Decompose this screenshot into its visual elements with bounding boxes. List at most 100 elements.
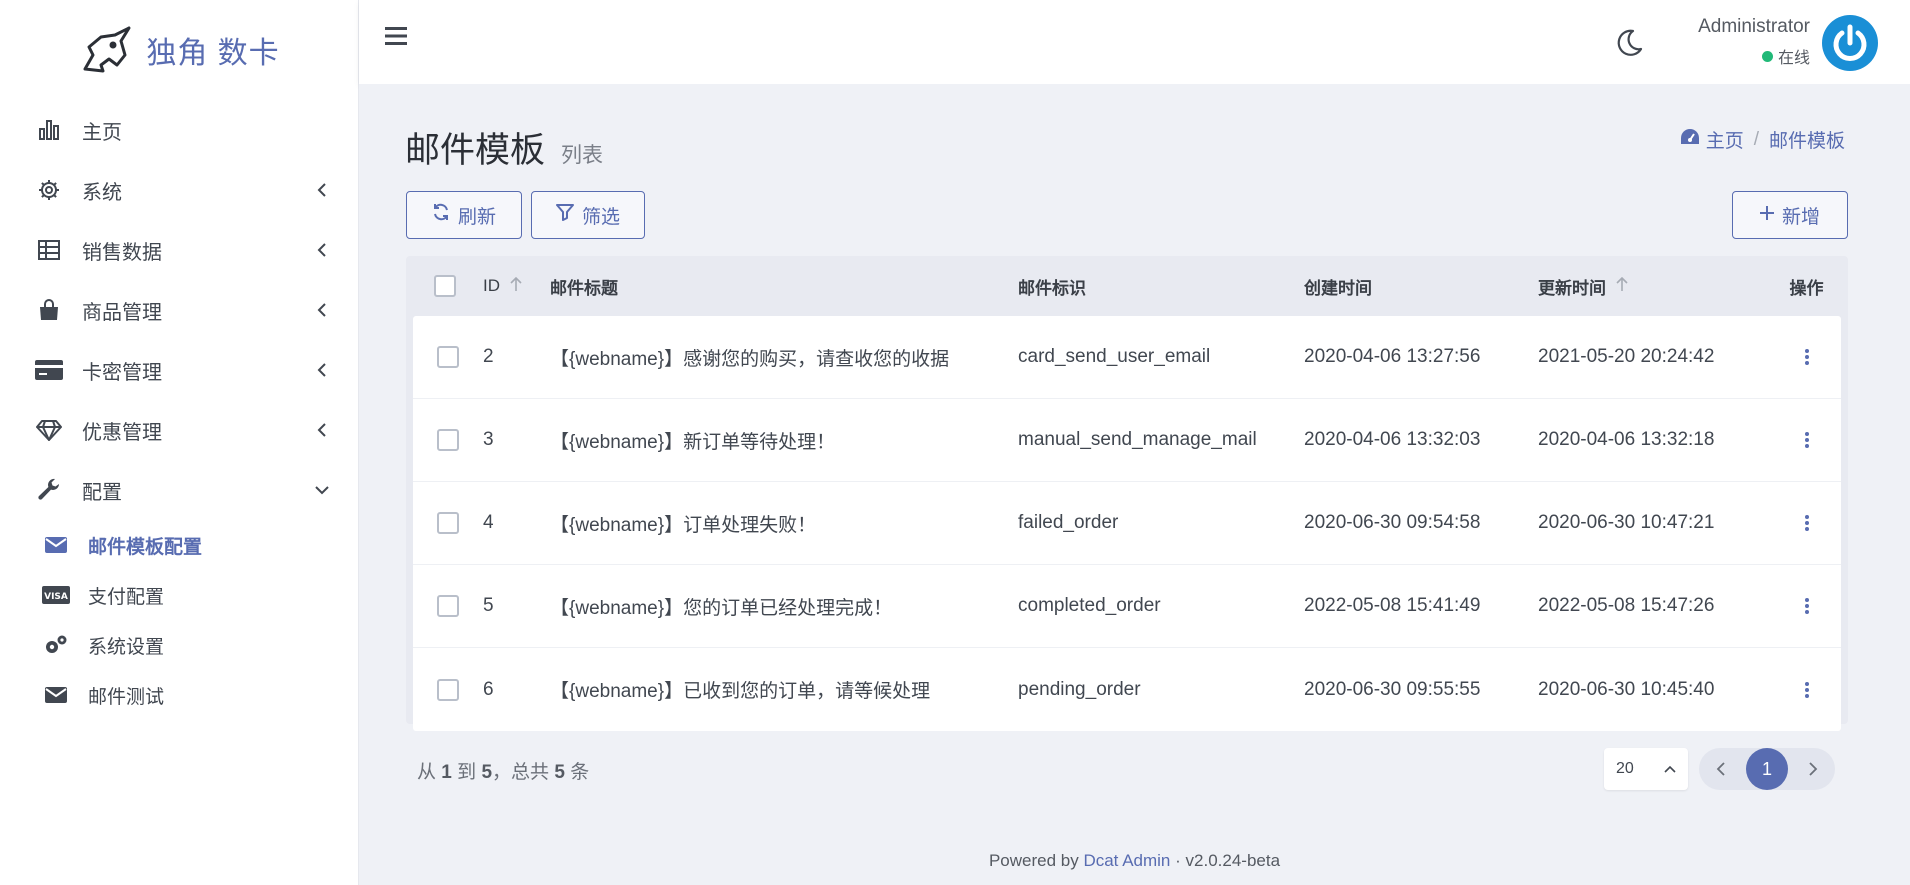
sidebar-subitem-payment[interactable]: VISA 支付配置 xyxy=(0,570,358,620)
cell-actions xyxy=(1772,511,1841,535)
cell-created: 2020-06-30 09:54:58 xyxy=(1304,512,1481,533)
select-all-cell xyxy=(406,275,483,297)
page-current[interactable]: 1 xyxy=(1746,748,1788,790)
column-key: 邮件标识 xyxy=(1018,278,1086,298)
sidebar-item-label: 主页 xyxy=(82,121,122,144)
online-status-dot xyxy=(1761,50,1773,62)
brand[interactable]: 独角 数卡 xyxy=(0,0,358,100)
mail-template-table: ID 邮件标题 邮件标识 创建时间 更新时间 操作 2 【{webname}】感… xyxy=(406,256,1848,731)
summary-prefix: 从 xyxy=(417,762,437,783)
svg-text:VISA: VISA xyxy=(44,592,68,602)
more-actions-icon[interactable] xyxy=(1797,511,1817,535)
avatar[interactable] xyxy=(1822,15,1878,71)
row-checkbox[interactable] xyxy=(437,678,459,701)
cell-created: 2020-06-30 09:55:55 xyxy=(1304,678,1481,700)
more-actions-icon[interactable] xyxy=(1797,345,1817,369)
filter-button[interactable]: 筛选 xyxy=(531,191,645,239)
menu-toggle-icon[interactable] xyxy=(385,26,409,50)
more-actions-icon[interactable] xyxy=(1797,678,1817,702)
filter-label: 筛选 xyxy=(581,206,620,228)
sidebar-subitem-label: 系统设置 xyxy=(88,636,165,658)
main-content: 邮件模板 列表 主页 / 邮件模板 刷新 筛选 新增 ID 邮件标题 邮件标识 … xyxy=(359,84,1910,885)
cell-id: 2 xyxy=(483,346,494,367)
sidebar-subitem-mail-test[interactable]: 邮件测试 xyxy=(0,670,358,720)
sidebar: 独角 数卡 主页 系统 销售数据 商品管理 卡密管理 优惠管理 配置 邮件模板配… xyxy=(0,0,359,885)
cell-updated: 2020-06-30 10:45:40 xyxy=(1538,678,1715,700)
sidebar-item-sales-data[interactable]: 销售数据 xyxy=(0,220,358,280)
sidebar-subitem-system-settings[interactable]: 系统设置 xyxy=(0,620,358,670)
cell-actions xyxy=(1772,678,1841,702)
column-updated[interactable]: 更新时间 xyxy=(1538,274,1772,299)
shopping-bag-icon xyxy=(34,295,64,325)
row-checkbox[interactable] xyxy=(437,595,459,617)
per-page-value: 20 xyxy=(1616,760,1634,777)
sidebar-item-label: 配置 xyxy=(82,481,122,504)
refresh-icon xyxy=(432,203,450,227)
refresh-button[interactable]: 刷新 xyxy=(406,191,522,239)
cell-updated: 2020-06-30 10:47:21 xyxy=(1538,512,1715,533)
more-actions-icon[interactable] xyxy=(1797,428,1817,452)
sidebar-item-label: 商品管理 xyxy=(82,301,162,324)
cell-key: completed_order xyxy=(1018,595,1161,616)
prev-page-icon[interactable] xyxy=(1707,755,1735,783)
sidebar-subitem-mail-template[interactable]: 邮件模板配置 xyxy=(0,520,358,570)
wrench-icon xyxy=(34,475,64,505)
sidebar-item-system[interactable]: 系统 xyxy=(0,160,358,220)
column-title: 邮件标题 xyxy=(550,278,618,298)
footer-powered-by: Powered by xyxy=(988,851,1079,870)
credit-card-icon xyxy=(34,355,64,385)
cell-title: 【{webname}】感谢您的购买，请查收您的收据 xyxy=(550,348,950,370)
select-all-checkbox[interactable] xyxy=(433,275,456,297)
new-button[interactable]: 新增 xyxy=(1732,191,1848,239)
row-checkbox-cell xyxy=(413,512,483,534)
user-info[interactable]: Administrator 在线 xyxy=(1686,16,1810,68)
row-checkbox-cell xyxy=(413,429,483,451)
summary-to: 5 xyxy=(481,762,493,783)
cell-key: card_send_user_email xyxy=(1018,346,1211,367)
unicorn-logo-icon xyxy=(78,22,134,78)
pagination: 1 xyxy=(1699,748,1835,790)
dashboard-icon xyxy=(1680,128,1700,152)
row-checkbox[interactable] xyxy=(437,512,459,534)
table-header: ID 邮件标题 邮件标识 创建时间 更新时间 操作 xyxy=(406,256,1848,316)
dark-mode-toggle-icon[interactable] xyxy=(1614,28,1646,60)
sort-arrow-up-icon[interactable] xyxy=(510,276,522,296)
per-page-select[interactable]: 20 xyxy=(1604,748,1688,790)
footer-separator: · xyxy=(1175,851,1181,870)
sort-arrow-up-icon[interactable] xyxy=(1616,276,1628,296)
sidebar-item-cards[interactable]: 卡密管理 xyxy=(0,340,358,400)
bar-chart-icon xyxy=(34,115,64,145)
chevron-down-icon xyxy=(314,482,330,498)
more-actions-icon[interactable] xyxy=(1797,594,1817,618)
sidebar-item-label: 系统 xyxy=(82,181,122,204)
sidebar-item-home[interactable]: 主页 xyxy=(0,100,358,160)
cell-id: 4 xyxy=(483,512,494,533)
gear-icon xyxy=(34,175,64,205)
page-header: 邮件模板 列表 xyxy=(405,122,603,173)
chevron-left-icon xyxy=(314,242,330,258)
cell-created: 2020-04-06 13:27:56 xyxy=(1304,346,1481,367)
sidebar-item-label: 优惠管理 xyxy=(82,421,162,444)
sidebar-item-discounts[interactable]: 优惠管理 xyxy=(0,400,358,460)
breadcrumb-home[interactable]: 主页 xyxy=(1680,126,1744,153)
cell-actions xyxy=(1772,345,1841,369)
cell-updated: 2022-05-08 15:47:26 xyxy=(1538,595,1715,616)
sidebar-subitem-label: 邮件测试 xyxy=(88,686,165,708)
chevron-up-icon xyxy=(1664,760,1676,778)
row-checkbox[interactable] xyxy=(437,429,459,451)
breadcrumb-current[interactable]: 邮件模板 xyxy=(1769,126,1845,153)
next-page-icon[interactable] xyxy=(1799,755,1827,783)
cell-created: 2022-05-08 15:41:49 xyxy=(1304,595,1481,616)
cell-id: 5 xyxy=(483,595,494,616)
sidebar-item-goods[interactable]: 商品管理 xyxy=(0,280,358,340)
footer-link[interactable]: Dcat Admin xyxy=(1083,851,1170,870)
column-created: 创建时间 xyxy=(1304,278,1372,298)
sidebar-subitem-label: 支付配置 xyxy=(88,586,165,608)
chevron-left-icon xyxy=(314,362,330,378)
sidebar-item-config[interactable]: 配置 xyxy=(0,460,358,520)
row-checkbox[interactable] xyxy=(437,346,459,368)
cell-id: 6 xyxy=(483,678,494,700)
column-id[interactable]: ID xyxy=(483,276,550,296)
refresh-label: 刷新 xyxy=(457,206,496,228)
cell-title: 【{webname}】订单处理失败！ xyxy=(550,514,817,536)
